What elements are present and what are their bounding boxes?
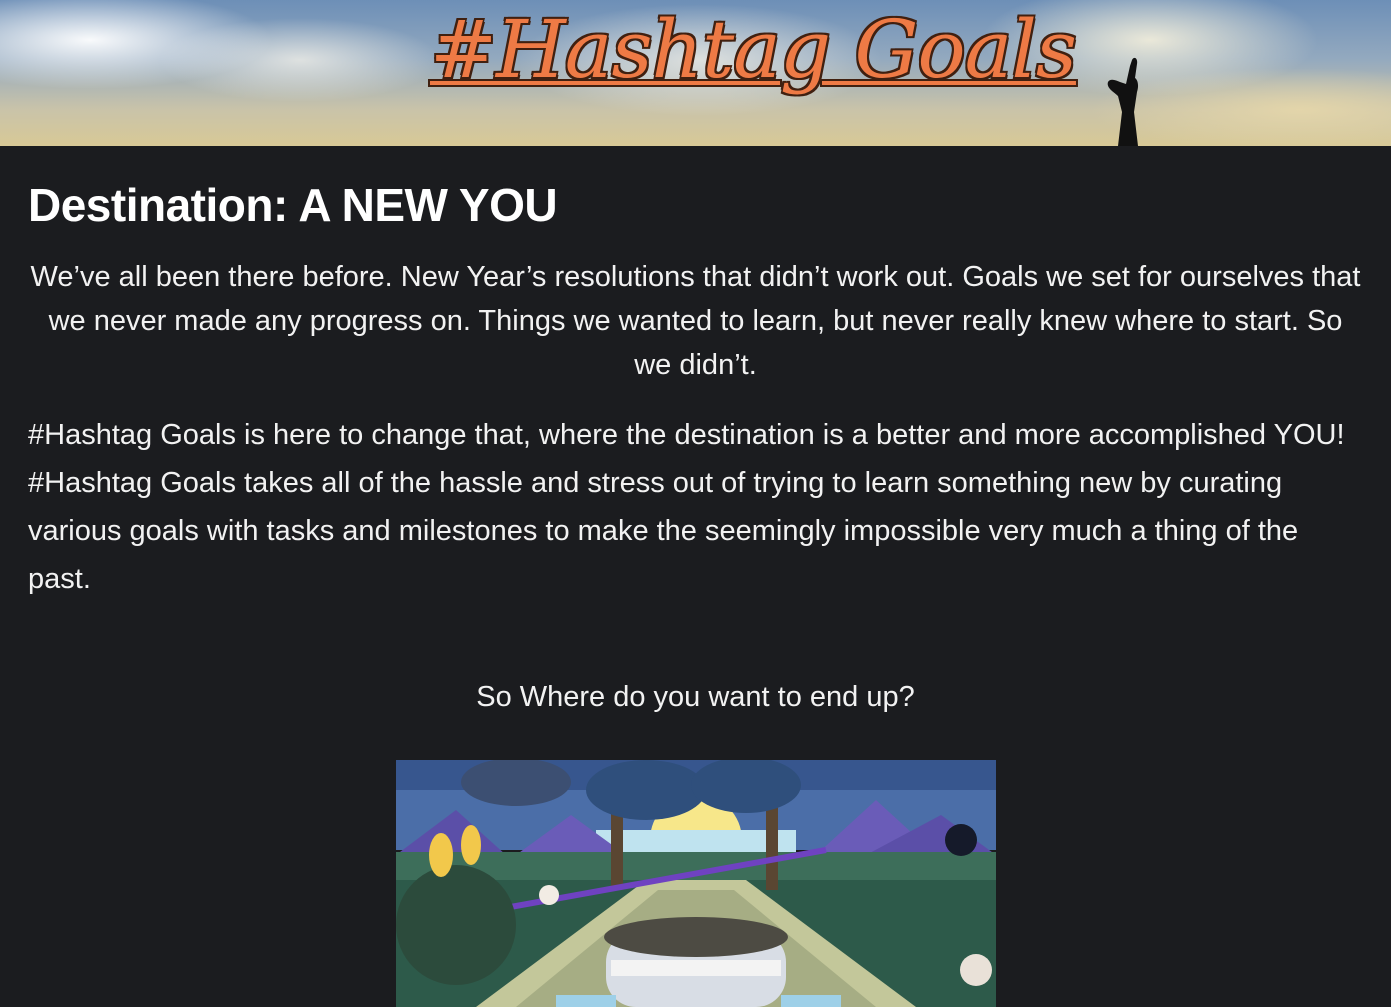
- hero-banner: #Hashtag Goals: [0, 0, 1391, 146]
- main-content: Destination: A NEW YOU We’ve all been th…: [0, 146, 1391, 719]
- mission-paragraph: #Hashtag Goals is here to change that, w…: [28, 418, 1345, 595]
- pixel-art-path-image: [396, 760, 996, 1007]
- pixel-art-scene: [396, 760, 996, 1007]
- site-title-link[interactable]: #Hashtag Goals: [430, 2, 1077, 98]
- destination-question: So Where do you want to end up?: [476, 680, 915, 713]
- page-heading: Destination: A NEW YOU: [28, 179, 558, 231]
- intro-paragraph: We’ve all been there before. New Year’s …: [30, 260, 1361, 381]
- thumbs-up-silhouette: [1107, 57, 1139, 146]
